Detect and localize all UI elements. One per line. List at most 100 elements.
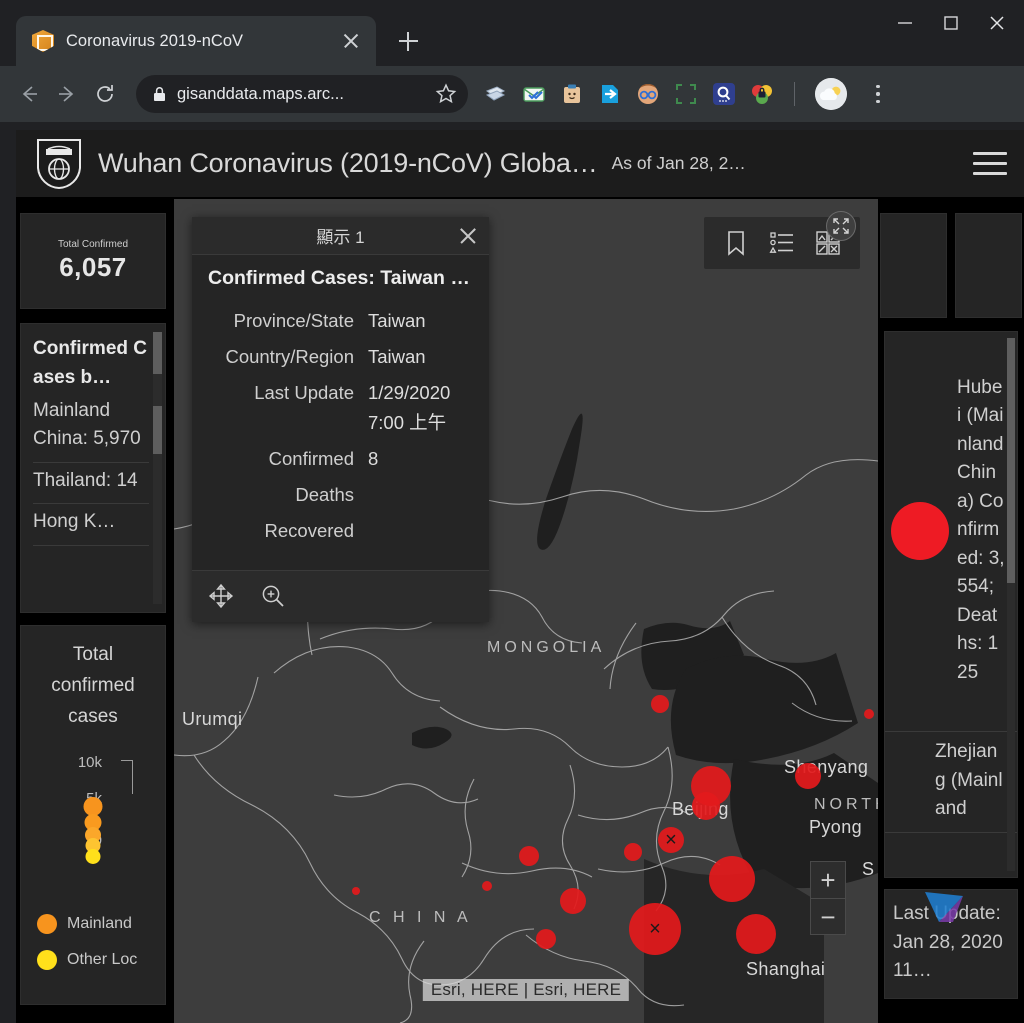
popup-attribute-row: Country/Region Taiwan bbox=[202, 342, 473, 372]
province-label: Hubei (Mainland China) Confirmed: 3,554;… bbox=[957, 376, 1005, 683]
bookmark-icon[interactable] bbox=[722, 229, 750, 257]
search-magnifier-extension-icon[interactable] bbox=[712, 82, 736, 106]
map-data-point[interactable] bbox=[536, 929, 556, 949]
popup-close-icon[interactable] bbox=[457, 225, 479, 247]
right-empty-panel-1[interactable] bbox=[880, 213, 947, 318]
legend-key-label: Other Loc bbox=[67, 951, 138, 969]
hamburger-icon[interactable] bbox=[970, 144, 1010, 184]
legend-key-label: Mainland bbox=[67, 915, 132, 933]
attribute-key: Province/State bbox=[233, 310, 354, 331]
map-data-point[interactable] bbox=[624, 843, 642, 861]
list-scrollbar[interactable] bbox=[153, 332, 162, 604]
browser-titlebar: Coronavirus 2019-nCoV bbox=[0, 0, 1024, 66]
kpi-value: 6,057 bbox=[59, 252, 127, 282]
popup-attribute-row: Deaths bbox=[202, 480, 473, 510]
map-data-point[interactable] bbox=[560, 888, 586, 914]
legend-circle bbox=[85, 849, 101, 865]
province-breakdown-list[interactable]: Hubei (Mainland China) Confirmed: 3,554;… bbox=[884, 331, 1018, 878]
lock-icon bbox=[154, 86, 165, 101]
kpi-label: Total Confirmed bbox=[57, 239, 129, 250]
clipboard-face-extension-icon[interactable] bbox=[560, 82, 584, 106]
map-data-point-selected[interactable] bbox=[629, 903, 681, 955]
popup-attribute-row: Last Update 1/29/2020 7:00 上午 bbox=[202, 378, 473, 438]
map-view[interactable]: MONGOLIA Urumqi C H I N A Beijing Shenya… bbox=[174, 199, 878, 1023]
dashboard-header: Wuhan Coronavirus (2019-nCoV) Globa… As … bbox=[16, 130, 1024, 198]
toolbar-divider bbox=[794, 82, 795, 106]
tab-close-icon[interactable] bbox=[338, 28, 364, 54]
expand-fullscreen-icon[interactable] bbox=[826, 211, 856, 241]
list-item[interactable]: Hubei (Mainland China) Confirmed: 3,554;… bbox=[885, 332, 1017, 732]
attribute-value: Taiwan bbox=[368, 345, 426, 367]
kebab-menu-icon[interactable] bbox=[865, 79, 891, 109]
map-data-point[interactable] bbox=[482, 881, 492, 891]
page-title: Wuhan Coronavirus (2019-nCoV) Globa… bbox=[98, 148, 598, 178]
zoom-in-button[interactable]: + bbox=[811, 862, 845, 898]
legend-list-icon[interactable] bbox=[768, 229, 796, 257]
map-attribution: Esri, HERE | Esri, HERE bbox=[422, 979, 630, 1001]
web-page: Wuhan Coronavirus (2019-nCoV) Globa… As … bbox=[16, 130, 1024, 1023]
list-item[interactable]: Hong K… bbox=[33, 504, 149, 546]
export-arrow-extension-icon[interactable] bbox=[598, 82, 622, 106]
zoom-out-button[interactable]: − bbox=[811, 898, 845, 934]
map-data-point-selected[interactable] bbox=[658, 827, 684, 853]
confirmed-cases-list[interactable]: Confirmed Cases b… Mainland China: 5,970… bbox=[20, 323, 166, 613]
mail-check-extension-icon[interactable] bbox=[522, 82, 546, 106]
pan-arrows-icon[interactable] bbox=[208, 583, 234, 609]
map-zoom-controls: + − bbox=[810, 861, 846, 935]
map-data-point[interactable] bbox=[709, 856, 755, 902]
right-top-panels bbox=[880, 213, 1022, 318]
profile-avatar[interactable] bbox=[815, 78, 847, 110]
legend-swatch-other bbox=[37, 950, 57, 971]
screenshot-frame-extension-icon[interactable] bbox=[674, 82, 698, 106]
dashboard-body: Total Confirmed 6,057 Confirmed Cases b…… bbox=[16, 199, 1024, 1023]
tab-title: Coronavirus 2019-nCoV bbox=[66, 31, 244, 50]
map-data-point[interactable] bbox=[864, 709, 874, 719]
attribute-key: Confirmed bbox=[268, 447, 354, 469]
tab-strip: Coronavirus 2019-nCoV bbox=[0, 0, 882, 66]
back-arrow-icon[interactable] bbox=[12, 77, 46, 111]
popup-header-title: 顯示 1 bbox=[316, 228, 365, 247]
map-data-point[interactable] bbox=[736, 914, 776, 954]
reload-icon[interactable] bbox=[88, 77, 122, 111]
right-list-scrollbar[interactable] bbox=[1007, 338, 1015, 871]
last-update-panel: Last Update: Jan 28, 2020 11… bbox=[884, 889, 1018, 999]
popup-body: Confirmed Cases: Taiwan T… Province/Stat… bbox=[192, 255, 489, 570]
map-data-point[interactable] bbox=[651, 695, 669, 713]
legend-key: Other Loc bbox=[37, 950, 157, 971]
copy-files-extension-icon[interactable] bbox=[484, 82, 508, 106]
glasses-avatar-extension-icon[interactable] bbox=[636, 82, 660, 106]
legend-title: Total confirmed cases bbox=[51, 644, 135, 727]
list-item[interactable]: Zhejiang (Mainland bbox=[885, 732, 1017, 833]
url-text[interactable]: gisanddata.maps.arc... bbox=[177, 85, 424, 104]
legend-swatch-mainland bbox=[37, 914, 57, 935]
window-close-icon[interactable] bbox=[974, 0, 1020, 46]
minimize-icon[interactable] bbox=[882, 0, 928, 46]
extension-icons bbox=[484, 78, 891, 110]
new-tab-icon[interactable] bbox=[390, 23, 426, 59]
popup-attribute-row: Province/State Taiwan bbox=[202, 306, 473, 336]
browser-tab[interactable]: Coronavirus 2019-nCoV bbox=[16, 16, 376, 66]
popup-footer bbox=[192, 569, 489, 622]
map-data-point[interactable] bbox=[519, 846, 539, 866]
confirmed-list-title: Confirmed Cases b… bbox=[33, 338, 147, 389]
list-item[interactable]: Mainland China: 5,970 bbox=[33, 393, 149, 463]
list-item[interactable]: Thailand: 14 bbox=[33, 463, 149, 505]
popup-title: Confirmed Cases: Taiwan T… bbox=[208, 267, 473, 289]
password-manager-extension-icon[interactable] bbox=[750, 82, 774, 106]
address-bar[interactable]: gisanddata.maps.arc... bbox=[136, 75, 468, 113]
map-data-point[interactable] bbox=[352, 887, 360, 895]
forward-arrow-icon[interactable] bbox=[50, 77, 84, 111]
attribute-key: Last Update bbox=[254, 381, 354, 403]
star-icon bbox=[435, 83, 457, 104]
attribute-key: Country/Region bbox=[225, 345, 354, 367]
legend-keys: Mainland Other Loc bbox=[29, 914, 157, 971]
map-data-point[interactable] bbox=[795, 763, 821, 789]
maximize-icon[interactable] bbox=[928, 0, 974, 46]
zoom-in-magnifier-icon[interactable] bbox=[260, 583, 286, 609]
attribute-key: Recovered bbox=[264, 519, 354, 541]
attribute-value: Taiwan bbox=[368, 310, 426, 331]
right-sidebar: Hubei (Mainland China) Confirmed: 3,554;… bbox=[880, 213, 1022, 1023]
browser-window: Coronavirus 2019-nCoV gisanddata.maps.ar… bbox=[0, 0, 1024, 1023]
right-empty-panel-2[interactable] bbox=[955, 213, 1022, 318]
map-data-point[interactable] bbox=[692, 792, 720, 820]
